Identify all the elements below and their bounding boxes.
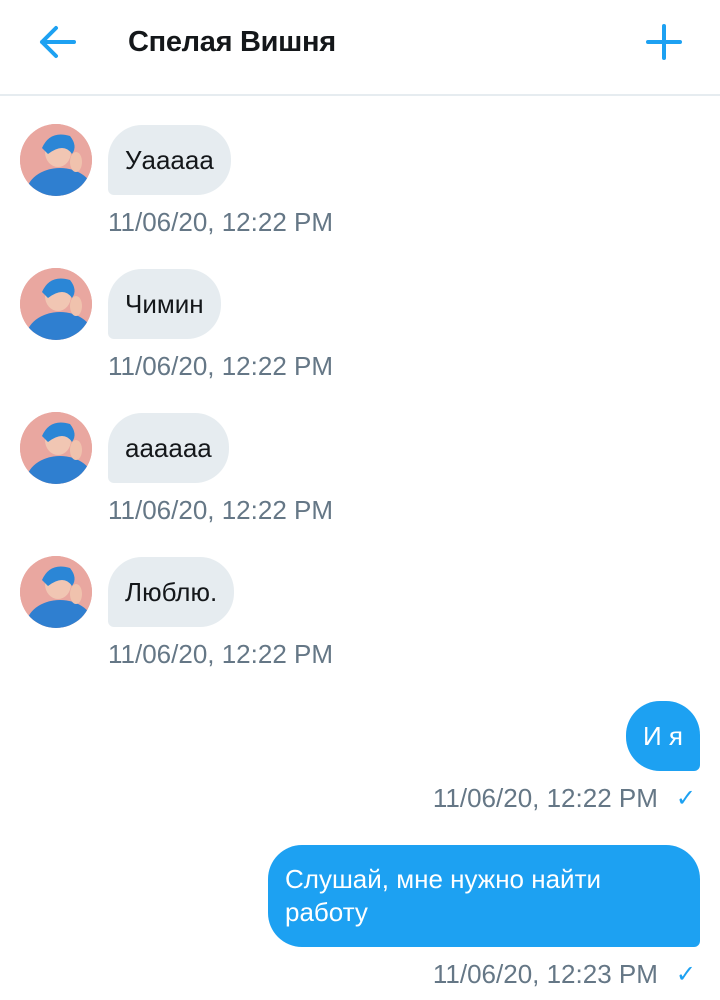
avatar[interactable]: [20, 556, 92, 628]
message-timestamp: 11/06/20, 12:22 PM: [108, 207, 334, 237]
conversation-header: Спелая Вишня: [0, 0, 720, 96]
message-bubble[interactable]: Уааааа: [108, 125, 231, 195]
message-timestamp: 11/06/20, 12:22 PM: [108, 351, 334, 381]
avatar[interactable]: [20, 412, 92, 484]
arrow-left-icon: [40, 26, 76, 58]
message-bubble[interactable]: Чимин: [108, 269, 221, 339]
message-timestamp: 11/06/20, 12:22 PM: [432, 783, 658, 813]
back-button[interactable]: [34, 22, 80, 62]
message-timestamp-row: 11/06/20, 12:22 PM ✓: [433, 783, 696, 814]
message-timestamp: 11/06/20, 12:23 PM: [432, 959, 658, 989]
message-timestamp: 11/06/20, 12:22 PM: [108, 495, 334, 525]
avatar[interactable]: [20, 124, 92, 196]
checkmark-icon: ✓: [675, 785, 696, 812]
message-bubble[interactable]: аааааа: [108, 413, 229, 483]
avatar[interactable]: [20, 268, 92, 340]
conversation-title: Спелая Вишня: [128, 26, 336, 58]
message-bubble-outgoing[interactable]: Слушай, мне нужно найти работу: [268, 845, 700, 947]
checkmark-icon: ✓: [675, 961, 696, 988]
message-bubble[interactable]: Люблю.: [108, 557, 235, 627]
plus-icon: [646, 24, 682, 60]
message-timestamp-row: 11/06/20, 12:23 PM ✓: [433, 959, 696, 990]
message-timestamp: 11/06/20, 12:22 PM: [108, 639, 334, 669]
add-button[interactable]: [644, 22, 684, 62]
message-bubble-outgoing[interactable]: И я: [626, 701, 700, 771]
